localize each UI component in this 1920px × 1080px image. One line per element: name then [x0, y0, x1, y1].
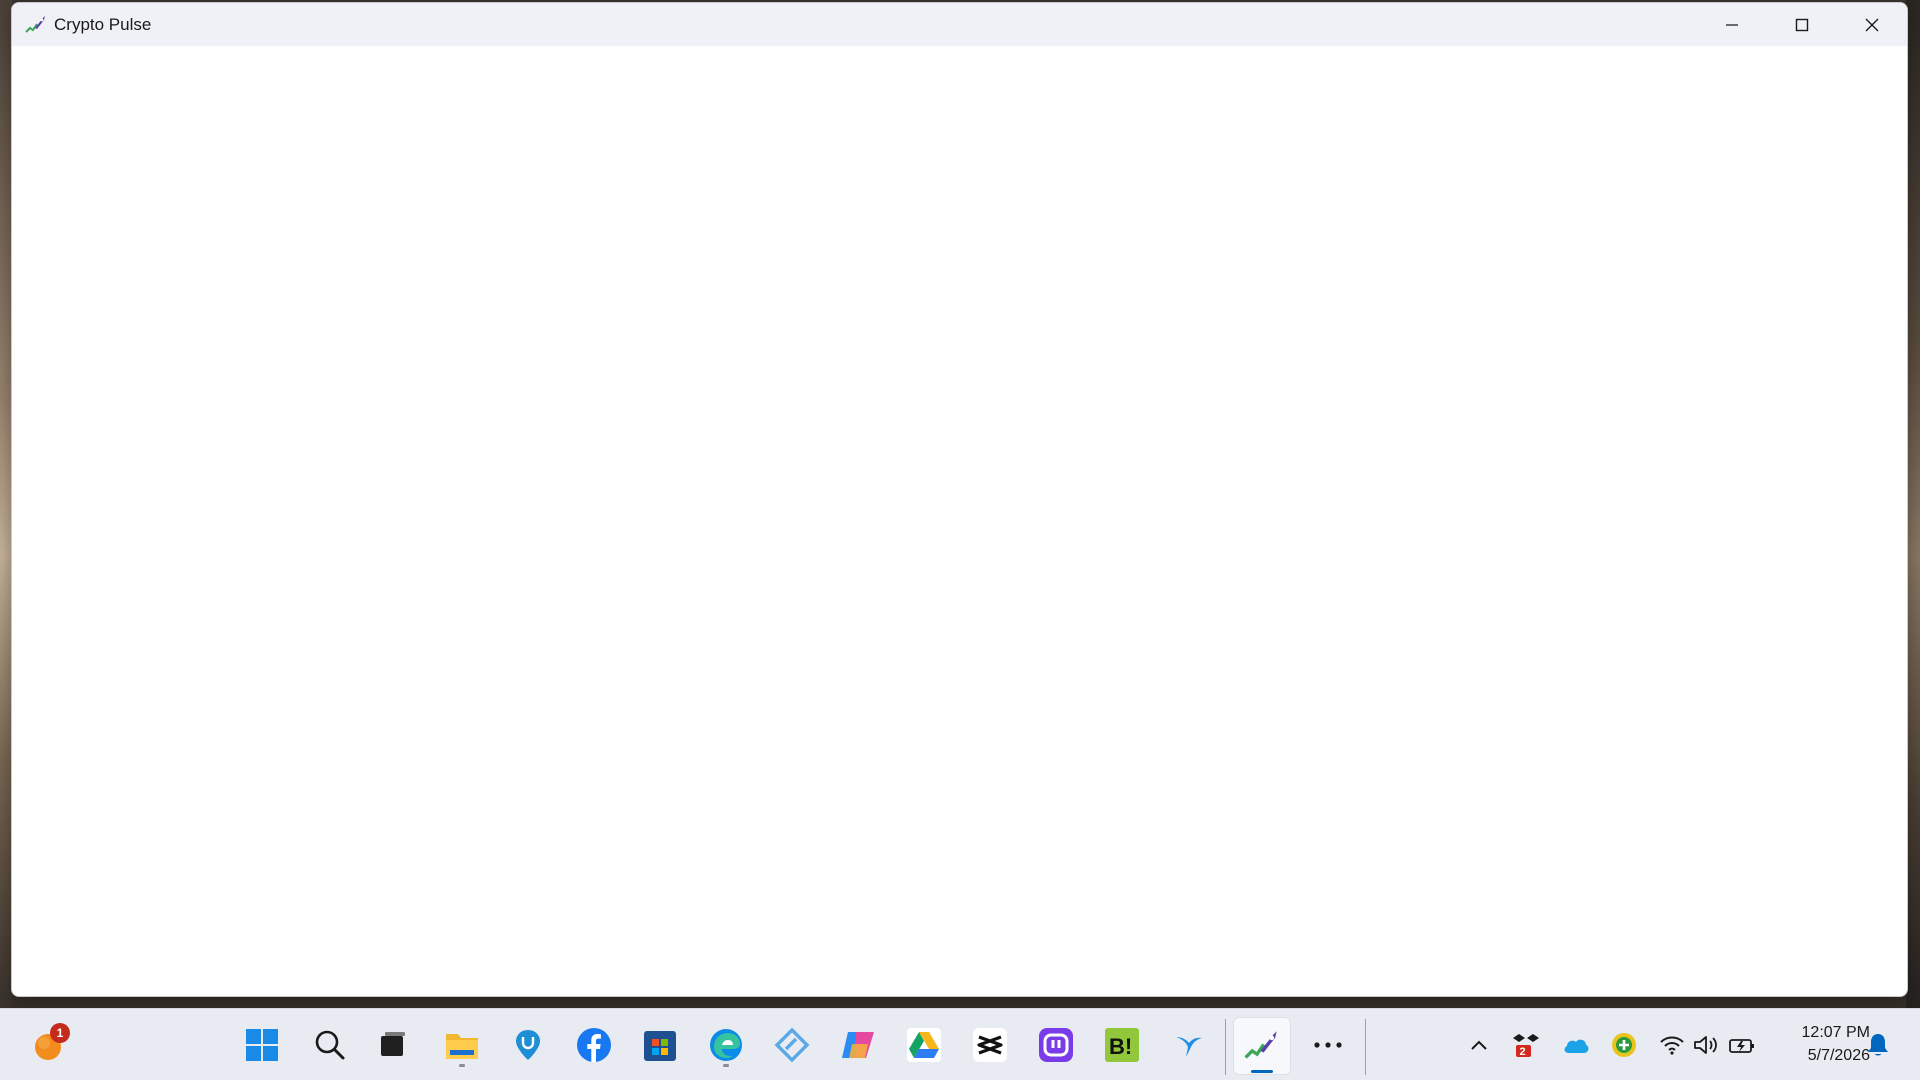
wifi-icon [1660, 1036, 1684, 1055]
dropbox-icon: 2 [1513, 1034, 1539, 1058]
volume-button[interactable] [1690, 1029, 1722, 1061]
chevron-up-icon [1471, 1040, 1487, 1050]
battery-button[interactable] [1726, 1029, 1758, 1061]
task-view-icon [381, 1032, 405, 1056]
task-view-button[interactable] [368, 1021, 416, 1069]
bird-app-icon [1176, 1037, 1202, 1057]
podcast-app-button[interactable] [1032, 1021, 1080, 1069]
edge-browser-icon [710, 1029, 742, 1061]
show-hidden-icons-button[interactable] [1463, 1029, 1495, 1061]
minimize-icon [1726, 23, 1738, 26]
battery-charging-icon [1729, 1039, 1754, 1053]
active-indicator [1251, 1070, 1273, 1073]
crypto-pulse-taskbar-button[interactable] [1233, 1017, 1291, 1075]
close-icon [1865, 18, 1879, 31]
dropbox-badge: 2 [1520, 1046, 1526, 1058]
window-title: Crypto Pulse [54, 14, 152, 34]
crypto-pulse-icon [1244, 1031, 1277, 1059]
notifications-button[interactable] [1862, 1029, 1894, 1061]
maximize-icon [1795, 18, 1809, 31]
google-drive-icon [907, 1028, 941, 1062]
speaker-icon [1694, 1036, 1717, 1054]
close-button[interactable] [1837, 3, 1907, 46]
copilot-button[interactable] [834, 1021, 882, 1069]
rocket-chart-icon [24, 13, 48, 37]
dropbox-tray-button[interactable]: 2 [1510, 1029, 1542, 1061]
taskbar-clock[interactable]: 12:07 PM 5/7/2026 [1802, 1021, 1870, 1067]
windows-start-icon [246, 1029, 278, 1061]
taskbar-divider [1365, 1019, 1366, 1075]
bi-app-icon: B! [1105, 1028, 1139, 1062]
copilot-icon [842, 1032, 874, 1058]
shield-plus-icon [1612, 1033, 1636, 1057]
capcut-icon [973, 1028, 1007, 1062]
title-bar[interactable]: Crypto Pulse [12, 3, 1907, 46]
file-explorer-button[interactable] [438, 1021, 486, 1069]
pin-app-icon [516, 1030, 540, 1060]
window-controls [1697, 3, 1907, 46]
podcast-app-icon [1039, 1028, 1073, 1062]
taskbar-divider [1225, 1019, 1226, 1075]
search-button[interactable] [306, 1021, 354, 1069]
desktop-wallpaper-right [1906, 0, 1920, 1008]
bird-app-button[interactable] [1164, 1021, 1212, 1069]
more-icon [1314, 1042, 1342, 1048]
running-indicator [459, 1064, 465, 1067]
link-app-icon [774, 1027, 810, 1063]
facebook-icon [577, 1028, 611, 1062]
microsoft-store-icon [644, 1031, 676, 1061]
minimize-button[interactable] [1697, 3, 1767, 46]
taskbar: 1 B! 2 12:07 PM 5/7/2026 [0, 1008, 1920, 1080]
more-button[interactable] [1304, 1021, 1352, 1069]
bell-icon [1868, 1034, 1888, 1056]
onedrive-tray-button[interactable] [1560, 1029, 1592, 1061]
link-app-button[interactable] [768, 1021, 816, 1069]
maximize-button[interactable] [1767, 3, 1837, 46]
widgets-badge: 1 [50, 1023, 70, 1043]
search-icon [315, 1030, 345, 1060]
vpn-tray-button[interactable] [1608, 1029, 1640, 1061]
edge-browser-button[interactable] [702, 1021, 750, 1069]
app-window: Crypto Pulse [11, 2, 1908, 997]
app-content-area[interactable] [12, 46, 1907, 996]
pin-app-button[interactable] [504, 1021, 552, 1069]
widgets-button[interactable]: 1 [24, 1021, 72, 1069]
clock-time: 12:07 PM [1801, 1024, 1870, 1041]
bi-app-button[interactable]: B! [1098, 1021, 1146, 1069]
capcut-button[interactable] [966, 1021, 1014, 1069]
running-indicator [723, 1064, 729, 1067]
facebook-button[interactable] [570, 1021, 618, 1069]
microsoft-store-button[interactable] [636, 1021, 684, 1069]
network-button[interactable] [1656, 1029, 1688, 1061]
google-drive-button[interactable] [900, 1021, 948, 1069]
file-explorer-icon [446, 1034, 478, 1059]
start-button[interactable] [238, 1021, 286, 1069]
svg-text:B!: B! [1109, 1034, 1132, 1059]
clock-date: 5/7/2026 [1807, 1047, 1870, 1064]
onedrive-cloud-icon [1564, 1039, 1589, 1053]
